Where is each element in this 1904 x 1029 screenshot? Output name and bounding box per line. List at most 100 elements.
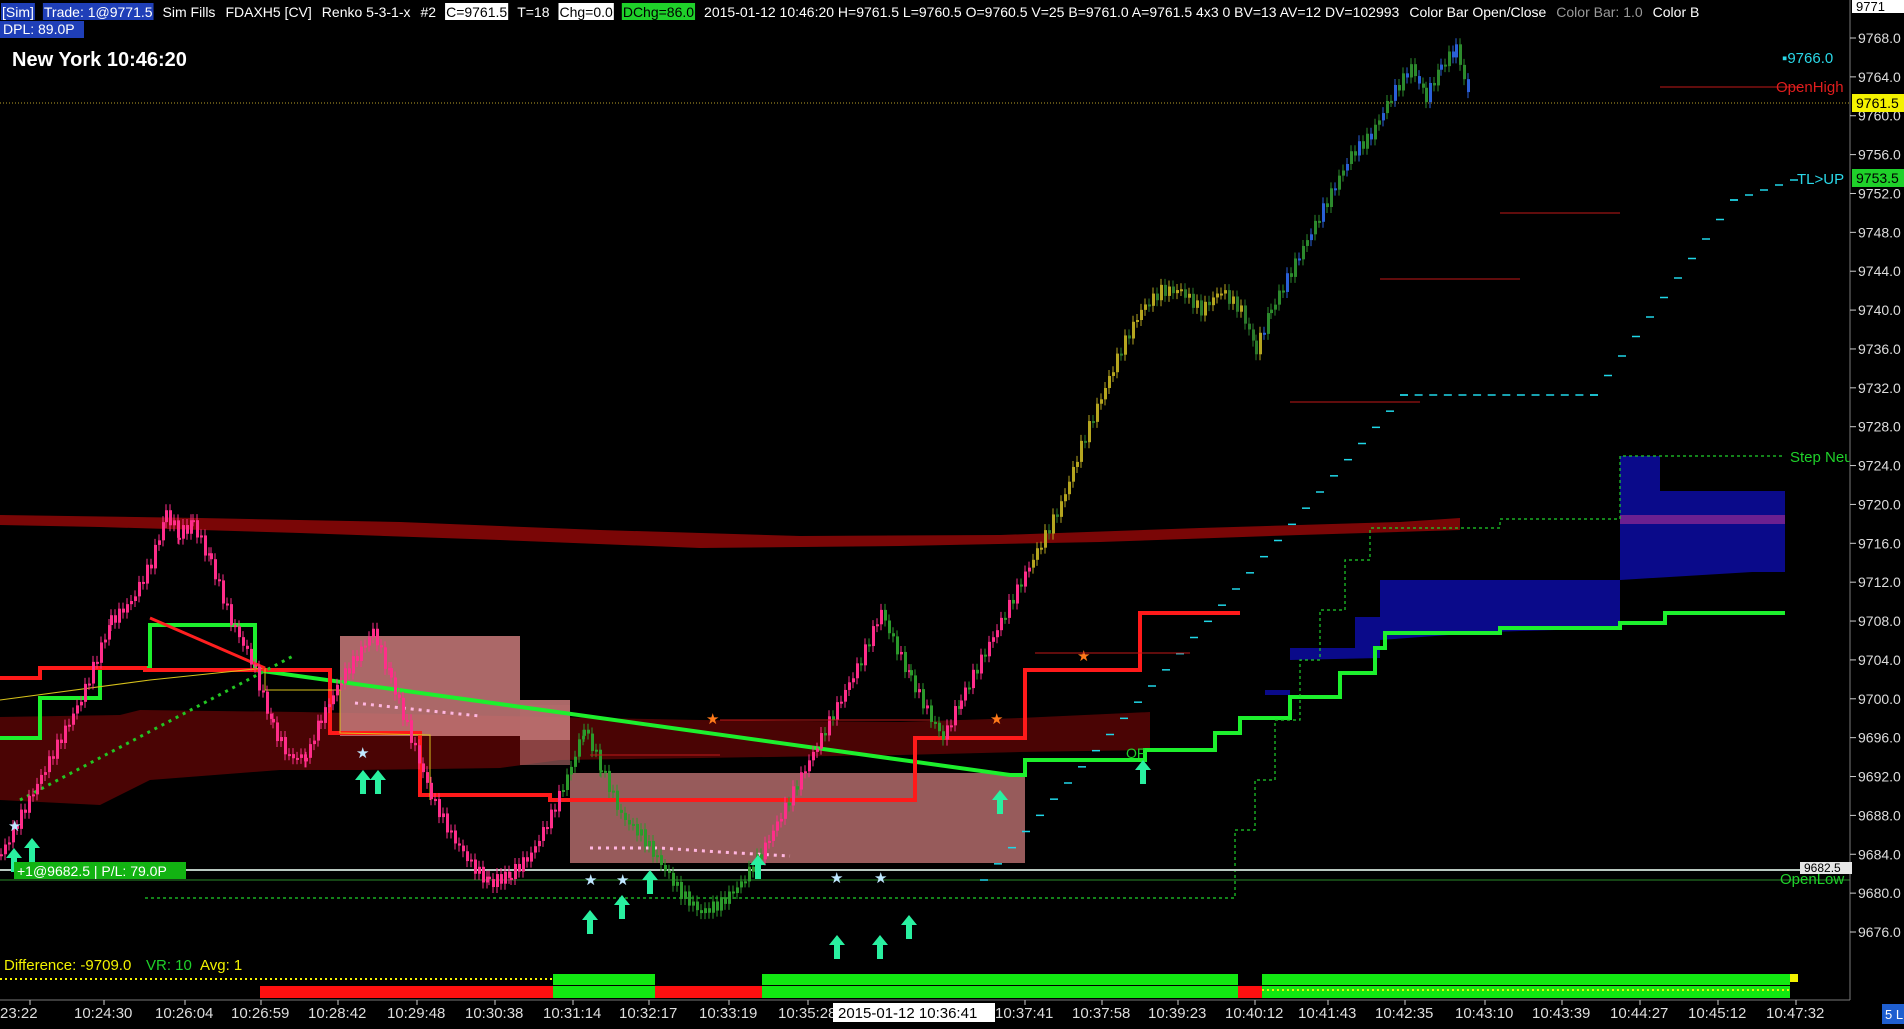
candle-body [1124, 335, 1127, 355]
candle-body [972, 669, 975, 689]
indicator-bar [260, 986, 553, 998]
candle-body [1463, 64, 1466, 80]
candle-body [272, 718, 275, 723]
star-icon: ★ [830, 870, 843, 887]
candle-body [1418, 76, 1421, 84]
candle-body [1008, 599, 1011, 618]
candle-body [664, 865, 667, 871]
candle-body [608, 770, 611, 793]
price-tick-label: 9768.0 [1858, 30, 1901, 46]
price-tick-label: 9680.0 [1858, 885, 1901, 901]
candle-body [138, 581, 141, 597]
candle-body [744, 881, 747, 884]
candle-body [684, 891, 687, 899]
candle-body [384, 647, 387, 669]
candle-body [934, 721, 937, 724]
price-tick-label: 9740.0 [1858, 302, 1901, 318]
candle-body [988, 641, 991, 657]
candle-body [178, 537, 181, 540]
time-tick-label: 10:28:42 [308, 1005, 366, 1022]
indicator-bar [553, 986, 655, 998]
candle-body [562, 789, 565, 792]
candle-body [720, 897, 723, 911]
candle-body [820, 733, 823, 749]
candle-body [418, 745, 421, 764]
top-partial-label: 9771 [1856, 0, 1885, 14]
candle-body [595, 749, 598, 752]
candle-body [696, 901, 699, 911]
candle-body [708, 908, 711, 913]
candle-body [668, 870, 671, 873]
candle-body [1306, 240, 1309, 246]
candle-body [1224, 290, 1227, 294]
candle-body [250, 648, 253, 665]
candle-body [1040, 547, 1043, 550]
candle-body [1084, 440, 1087, 443]
candle-body [186, 525, 189, 534]
candle-body [1136, 320, 1139, 323]
candle-body [732, 891, 735, 894]
clock-label: New York 10:46:20 [12, 49, 187, 71]
price-tick-label: 9756.0 [1858, 147, 1901, 163]
star-icon: ★ [706, 711, 719, 728]
candle-body [816, 748, 819, 752]
candle-body [942, 731, 945, 740]
candle-body [1342, 170, 1345, 176]
candle-body [434, 799, 437, 802]
time-tick-label: 10:31:14 [543, 1005, 601, 1022]
candle-body [1248, 323, 1251, 330]
price-tick-label: 9684.0 [1858, 846, 1901, 862]
candle-body [1394, 84, 1397, 101]
candle-body [1259, 332, 1262, 355]
candle-body [1108, 375, 1111, 389]
candle-body [214, 559, 217, 580]
candle-body [88, 683, 91, 686]
candle-body [840, 701, 843, 704]
candle-body [1406, 73, 1409, 78]
candle-body [600, 770, 603, 773]
candle-body [114, 615, 117, 623]
candle-body [1286, 273, 1289, 292]
header-segment: 2015-01-12 10:46:20 H=9761.5 L=9760.5 O=… [704, 4, 1399, 20]
candle-body [466, 851, 469, 862]
candle-body [410, 720, 413, 743]
candle-body [1302, 245, 1305, 260]
candle-body [1455, 44, 1458, 58]
price-tick-label: 9752.0 [1858, 185, 1901, 201]
candle-body [860, 663, 863, 666]
candle-body [1192, 293, 1195, 308]
candle-body [542, 827, 545, 841]
candle-body [64, 725, 67, 743]
candle-body [558, 790, 561, 812]
candle-body [583, 729, 586, 736]
candle-body [700, 910, 703, 914]
step-label: Step Neu [1790, 449, 1853, 466]
price-tick-label: 9720.0 [1858, 496, 1901, 512]
star-icon: ★ [8, 818, 21, 835]
avg-label: Avg: 1 [200, 957, 242, 974]
candle-body [258, 666, 261, 691]
candle-body [1282, 290, 1285, 293]
star-icon: ★ [584, 872, 597, 889]
of-marker-label: OF [1126, 745, 1145, 761]
candle-body [612, 790, 615, 793]
candle-body [84, 683, 87, 702]
candle-body [752, 866, 755, 872]
candle-body [800, 772, 803, 790]
candle-body [1467, 79, 1470, 93]
candle-body [288, 754, 291, 757]
candle-body [976, 669, 979, 674]
candle-body [336, 684, 339, 696]
candle-body [900, 651, 903, 655]
candle-body [52, 756, 55, 759]
candle-body [1164, 284, 1167, 296]
candle-body [534, 846, 537, 853]
candle-body [210, 553, 213, 560]
candle-body [632, 823, 635, 826]
candle-body [458, 843, 461, 846]
candle-body [768, 840, 771, 843]
chart-window[interactable]: ★ ★ ★ ★ ★ ★ ★ ★ ★ [Sim] Trade: 1@9771.5 Sim Fills F… [0, 0, 1904, 1024]
candle-body [1294, 258, 1297, 277]
candle-body [836, 702, 839, 720]
candle-body [364, 645, 367, 648]
